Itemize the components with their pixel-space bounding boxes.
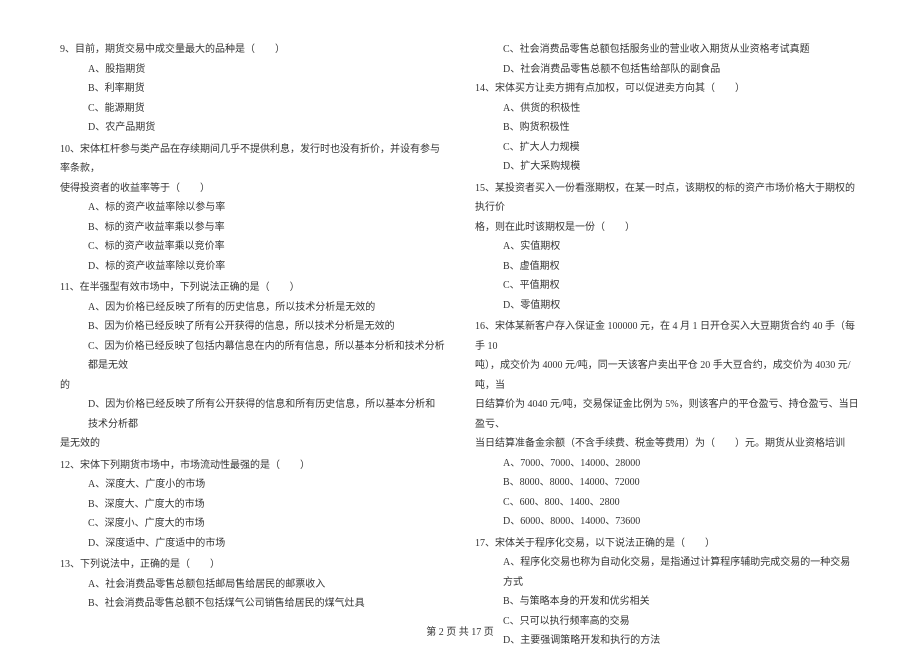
question-13-option-d: D、社会消费品零售总额不包括售给部队的副食品 <box>475 60 860 80</box>
question-16-option-a: A、7000、7000、14000、28000 <box>475 454 860 474</box>
question-17-text: 17、宋体关于程序化交易，以下说法正确的是（ ） <box>475 534 860 554</box>
question-11-option-c-cont: 的 <box>60 376 445 396</box>
question-15-option-d: D、零值期权 <box>475 296 860 316</box>
question-14-option-c: C、扩大人力规模 <box>475 138 860 158</box>
question-9-option-c: C、能源期货 <box>60 99 445 119</box>
question-10-text: 10、宋体杠杆参与类产品在存续期间几乎不提供利息，发行时也没有折价，并设有参与率… <box>60 140 445 179</box>
question-13-option-a: A、社会消费品零售总额包括邮局售给居民的邮票收入 <box>60 575 445 595</box>
question-9-option-a: A、股指期货 <box>60 60 445 80</box>
question-10-cont: 使得投资者的收益率等于（ ） <box>60 179 445 199</box>
two-column-layout: 9、目前，期货交易中成交量最大的品种是（ ） A、股指期货 B、利率期货 C、能… <box>60 40 860 600</box>
question-10-option-a: A、标的资产收益率除以参与率 <box>60 198 445 218</box>
question-14-option-d: D、扩大采购规模 <box>475 157 860 177</box>
question-15-text: 15、某投资者买入一份看涨期权，在某一时点，该期权的标的资产市场价格大于期权的执… <box>475 179 860 218</box>
question-16-option-c: C、600、800、1400、2800 <box>475 493 860 513</box>
question-14-option-b: B、购货积极性 <box>475 118 860 138</box>
question-11-option-d-cont: 是无效的 <box>60 434 445 454</box>
question-9: 9、目前，期货交易中成交量最大的品种是（ ） A、股指期货 B、利率期货 C、能… <box>60 40 445 138</box>
question-10-option-c: C、标的资产收益率乘以竞价率 <box>60 237 445 257</box>
question-10: 10、宋体杠杆参与类产品在存续期间几乎不提供利息，发行时也没有折价，并设有参与率… <box>60 140 445 277</box>
question-9-option-d: D、农产品期货 <box>60 118 445 138</box>
question-16-option-d: D、6000、8000、14000、73600 <box>475 512 860 532</box>
question-15-option-c: C、平值期权 <box>475 276 860 296</box>
question-14: 14、宋体买方让卖方拥有点加权，可以促进卖方向其（ ） A、供货的积极性 B、购… <box>475 79 860 177</box>
question-16-text: 16、宋体某新客户存入保证金 100000 元，在 4 月 1 日开仓买入大豆期… <box>475 317 860 356</box>
question-16-cont3: 当日结算准备金余额（不含手续费、税金等费用）为（ ）元。期货从业资格培训 <box>475 434 860 454</box>
question-12-option-a: A、深度大、广度小的市场 <box>60 475 445 495</box>
question-14-text: 14、宋体买方让卖方拥有点加权，可以促进卖方向其（ ） <box>475 79 860 99</box>
question-15: 15、某投资者买入一份看涨期权，在某一时点，该期权的标的资产市场价格大于期权的执… <box>475 179 860 316</box>
question-17-option-b: B、与策略本身的开发和优劣相关 <box>475 592 860 612</box>
question-10-option-d: D、标的资产收益率除以竞价率 <box>60 257 445 277</box>
question-9-text: 9、目前，期货交易中成交量最大的品种是（ ） <box>60 40 445 60</box>
question-15-cont: 格，则在此时该期权是一份（ ） <box>475 218 860 238</box>
question-15-option-b: B、虚值期权 <box>475 257 860 277</box>
question-17-option-a: A、程序化交易也称为自动化交易，是指通过计算程序辅助完成交易的一种交易方式 <box>475 553 860 592</box>
question-12: 12、宋体下列期货市场中，市场流动性最强的是（ ） A、深度大、广度小的市场 B… <box>60 456 445 554</box>
question-15-option-a: A、实值期权 <box>475 237 860 257</box>
question-11-option-d: D、因为价格已经反映了所有公开获得的信息和所有历史信息，所以基本分析和技术分析都 <box>60 395 445 434</box>
question-13-option-c: C、社会消费品零售总额包括服务业的营业收入期货从业资格考试真题 <box>475 40 860 60</box>
question-11-option-a: A、因为价格已经反映了所有的历史信息，所以技术分析是无效的 <box>60 298 445 318</box>
question-13-text: 13、下列说法中，正确的是（ ） <box>60 555 445 575</box>
question-14-option-a: A、供货的积极性 <box>475 99 860 119</box>
question-11-text: 11、在半强型有效市场中，下列说法正确的是（ ） <box>60 278 445 298</box>
left-column: 9、目前，期货交易中成交量最大的品种是（ ） A、股指期货 B、利率期货 C、能… <box>60 40 445 600</box>
question-12-text: 12、宋体下列期货市场中，市场流动性最强的是（ ） <box>60 456 445 476</box>
question-16-cont1: 吨），成交价为 4000 元/吨，同一天该客户卖出平仓 20 手大豆合约，成交价… <box>475 356 860 395</box>
question-12-option-b: B、深度大、广度大的市场 <box>60 495 445 515</box>
question-9-option-b: B、利率期货 <box>60 79 445 99</box>
right-column: C、社会消费品零售总额包括服务业的营业收入期货从业资格考试真题 D、社会消费品零… <box>475 40 860 600</box>
question-11-option-c: C、因为价格已经反映了包括内幕信息在内的所有信息，所以基本分析和技术分析都是无效 <box>60 337 445 376</box>
question-13-option-b: B、社会消费品零售总额不包括煤气公司销售给居民的煤气灶具 <box>60 594 445 614</box>
question-16: 16、宋体某新客户存入保证金 100000 元，在 4 月 1 日开仓买入大豆期… <box>475 317 860 532</box>
question-16-option-b: B、8000、8000、14000、72000 <box>475 473 860 493</box>
question-12-option-d: D、深度适中、广度适中的市场 <box>60 534 445 554</box>
question-12-option-c: C、深度小、广度大的市场 <box>60 514 445 534</box>
question-11-option-b: B、因为价格已经反映了所有公开获得的信息，所以技术分析是无效的 <box>60 317 445 337</box>
question-11: 11、在半强型有效市场中，下列说法正确的是（ ） A、因为价格已经反映了所有的历… <box>60 278 445 454</box>
page-footer: 第 2 页 共 17 页 <box>0 623 920 638</box>
question-10-option-b: B、标的资产收益率乘以参与率 <box>60 218 445 238</box>
question-13: 13、下列说法中，正确的是（ ） A、社会消费品零售总额包括邮局售给居民的邮票收… <box>60 555 445 614</box>
question-16-cont2: 日结算价为 4040 元/吨，交易保证金比例为 5%，则该客户的平仓盈亏、持仓盈… <box>475 395 860 434</box>
